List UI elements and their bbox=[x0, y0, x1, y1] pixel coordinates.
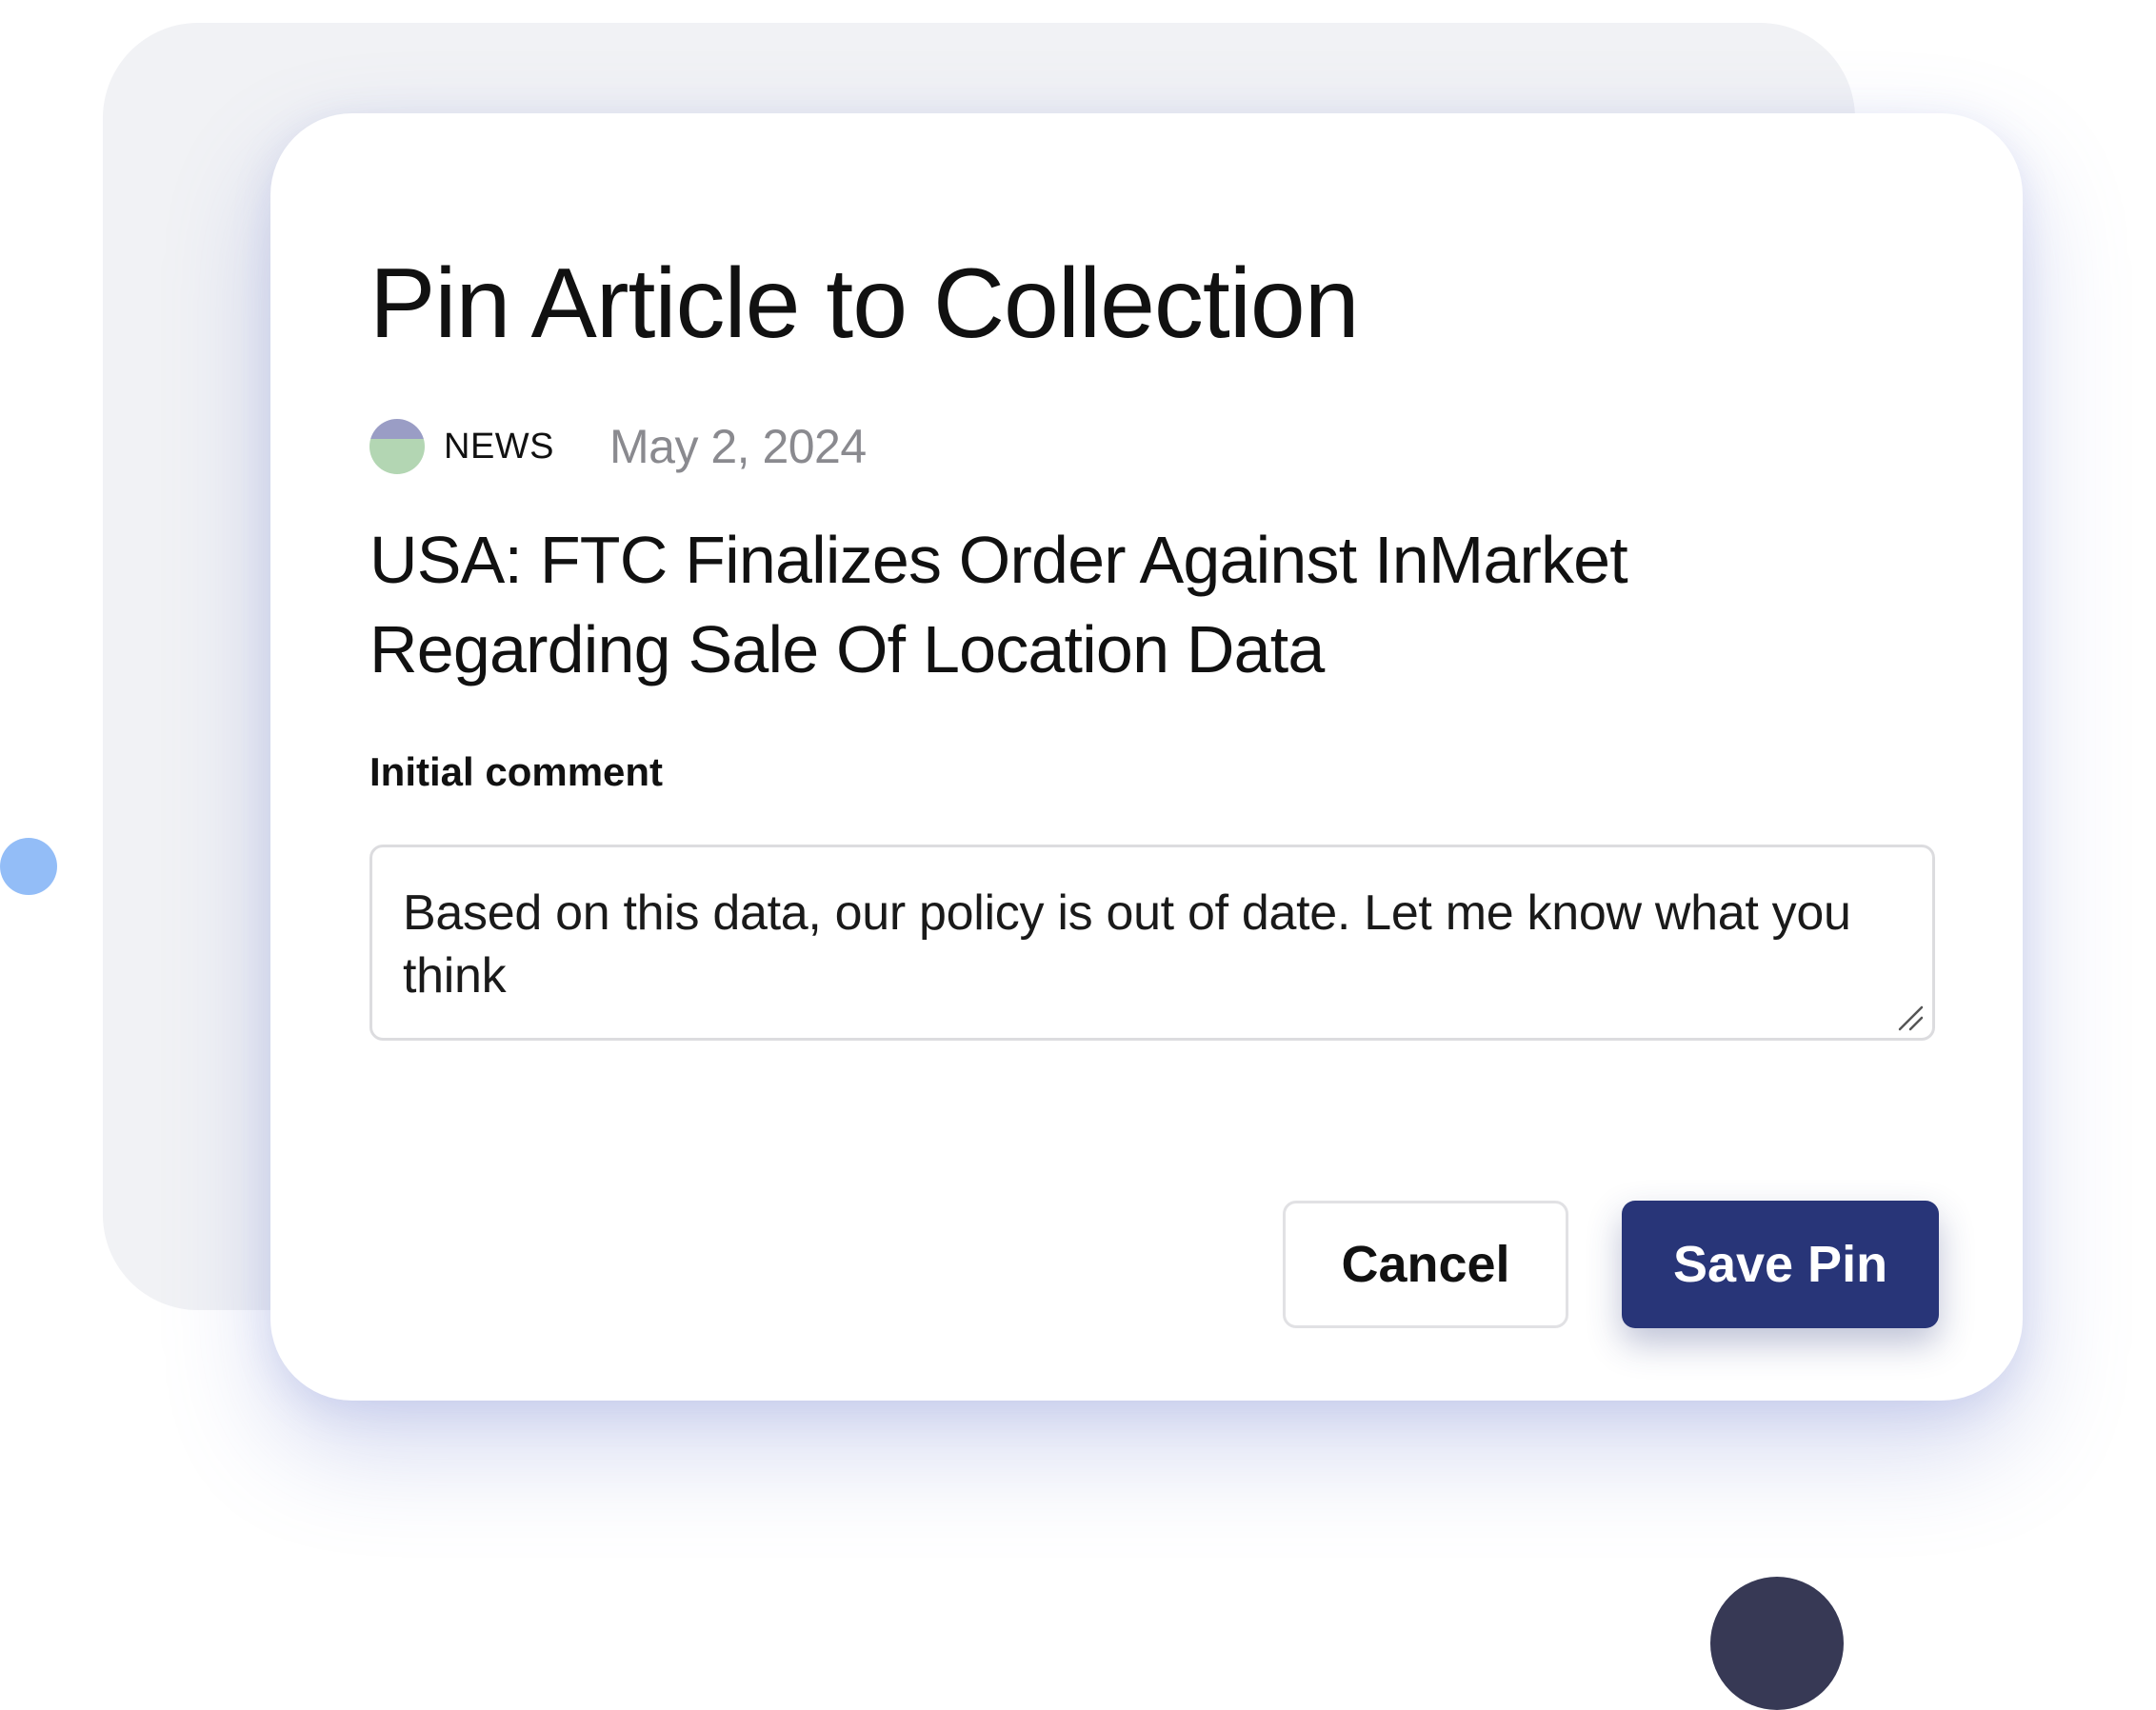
source-label: NEWS bbox=[444, 426, 554, 467]
cancel-button[interactable]: Cancel bbox=[1283, 1201, 1568, 1328]
news-source-icon bbox=[369, 419, 425, 474]
decorative-dot-navy bbox=[1710, 1577, 1844, 1710]
decorative-dot-blue bbox=[0, 838, 57, 895]
pin-article-dialog: Pin Article to Collection NEWS May 2, 20… bbox=[270, 113, 2023, 1401]
comment-label: Initial comment bbox=[369, 749, 664, 794]
comment-textarea[interactable]: Based on this data, our policy is out of… bbox=[369, 845, 1935, 1041]
article-headline: USA: FTC Finalizes Order Against InMarke… bbox=[369, 523, 1628, 686]
resize-handle-icon[interactable] bbox=[1896, 1004, 1925, 1032]
article-date: May 2, 2024 bbox=[609, 420, 867, 473]
dialog-title: Pin Article to Collection bbox=[369, 249, 1360, 359]
article-meta: NEWS May 2, 2024 bbox=[369, 418, 867, 475]
comment-text: Based on this data, our policy is out of… bbox=[403, 885, 1851, 1004]
save-pin-button[interactable]: Save Pin bbox=[1622, 1201, 1939, 1328]
